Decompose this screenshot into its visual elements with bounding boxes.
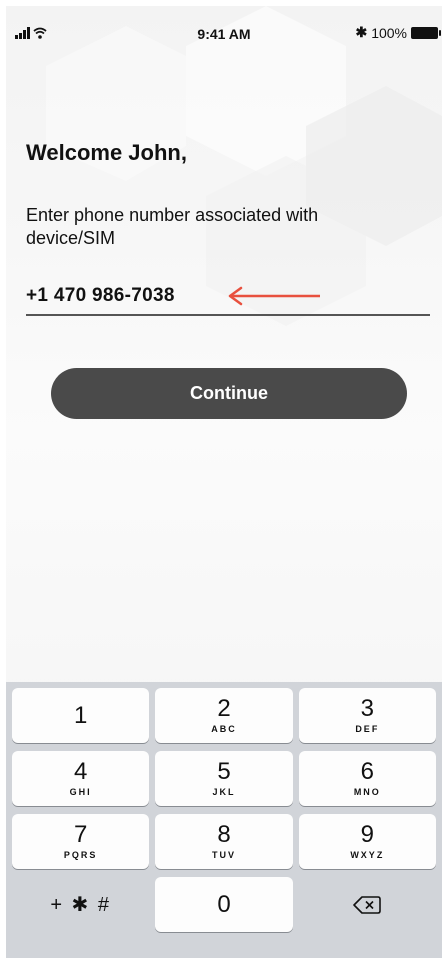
continue-button[interactable]: Continue bbox=[51, 368, 407, 419]
symbols-key[interactable]: + ✱ # bbox=[12, 877, 149, 932]
key-letters: PQRS bbox=[63, 850, 98, 860]
welcome-title: Welcome John, bbox=[26, 140, 187, 165]
key-5[interactable]: 5 JKL bbox=[155, 751, 293, 806]
delete-key[interactable] bbox=[299, 877, 436, 932]
key-digit: 1 bbox=[73, 701, 88, 729]
key-digit: 7 bbox=[73, 821, 88, 848]
key-7[interactable]: 7 PQRS bbox=[12, 814, 150, 869]
key-3[interactable]: 3 DEF bbox=[298, 688, 436, 743]
battery-icon bbox=[411, 26, 441, 39]
key-letters: JKL bbox=[212, 787, 236, 797]
bluetooth-icon: ✱ bbox=[355, 24, 368, 40]
key-8[interactable]: 8 TUV bbox=[155, 814, 293, 869]
key-digit: 0 bbox=[217, 890, 231, 918]
phone-instruction: Enter phone number associated with devic… bbox=[26, 205, 319, 248]
key-letters: DEF bbox=[355, 724, 380, 734]
key-digit: 6 bbox=[360, 758, 374, 785]
key-0[interactable]: 0 bbox=[155, 877, 293, 932]
status-bar: 9:41 AM ✱ 100% bbox=[6, 6, 442, 54]
key-2[interactable]: 2 ABC bbox=[155, 688, 293, 743]
key-4[interactable]: 4 GHI bbox=[12, 751, 150, 806]
key-digit: 9 bbox=[360, 821, 374, 848]
key-digit: 5 bbox=[217, 758, 231, 785]
key-digit: 3 bbox=[360, 695, 374, 722]
battery-area: ✱ 100% bbox=[355, 24, 441, 41]
key-1[interactable]: 1 bbox=[12, 688, 150, 743]
phone-number-value: +1 470 986-7038 bbox=[26, 285, 175, 306]
battery-percent: 100% bbox=[371, 24, 407, 41]
backspace-icon bbox=[353, 895, 382, 914]
key-letters: WXYZ bbox=[350, 850, 385, 860]
key-6[interactable]: 6 MNO bbox=[298, 751, 436, 806]
key-letters: ABC bbox=[211, 724, 237, 734]
numeric-keypad: 1 2 ABC 3 DEF 4 GHI 5 JKL 6 MNO 7 PQRS 8… bbox=[6, 682, 442, 958]
key-digit: 4 bbox=[73, 758, 88, 785]
phone-number-input[interactable]: +1 470 986-7038 bbox=[26, 278, 430, 316]
key-letters: TUV bbox=[211, 850, 236, 860]
symbols-label: + ✱ # bbox=[50, 894, 111, 916]
key-digit: 2 bbox=[217, 695, 231, 722]
key-letters: MNO bbox=[353, 787, 381, 797]
key-letters: GHI bbox=[69, 787, 92, 797]
key-digit: 8 bbox=[217, 821, 231, 848]
key-9[interactable]: 9 WXYZ bbox=[298, 814, 436, 869]
arrow-left-icon bbox=[228, 286, 320, 306]
phone-screen: 9:41 AM ✱ 100% Welcome John, Enter phone… bbox=[6, 6, 442, 958]
